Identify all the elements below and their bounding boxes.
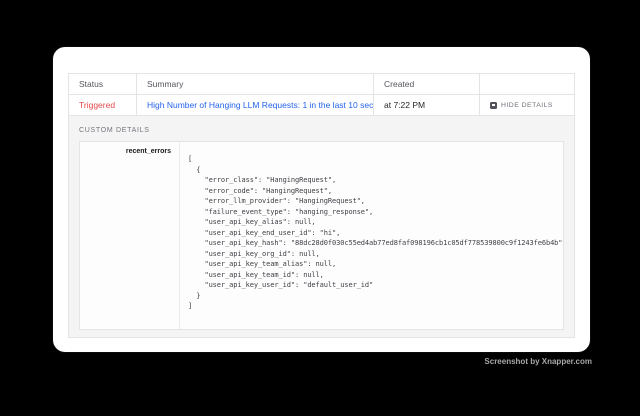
- minus-square-icon: [490, 102, 497, 109]
- alert-summary-link[interactable]: High Number of Hanging LLM Requests: 1 i…: [147, 100, 373, 110]
- xnapper-watermark: Screenshot by Xnapper.com: [484, 357, 592, 366]
- created-timestamp: at 7:22 PM: [384, 100, 425, 110]
- details-field-key: recent_errors: [80, 142, 180, 329]
- summary-cell: High Number of Hanging LLM Requests: 1 i…: [136, 95, 373, 115]
- details-code-box: recent_errors [ { "error_class": "Hangin…: [79, 141, 564, 330]
- column-header-summary: Summary: [136, 74, 373, 94]
- hide-details-button[interactable]: HIDE DETAILS: [490, 102, 553, 109]
- status-badge: Triggered: [79, 100, 115, 110]
- created-cell: at 7:22 PM: [373, 95, 479, 115]
- column-header-created: Created: [373, 74, 479, 94]
- table-header-row: Status Summary Created: [69, 74, 574, 95]
- actions-cell: HIDE DETAILS: [479, 95, 574, 115]
- column-header-actions: [479, 74, 574, 94]
- details-field-value-container: [ { "error_class": "HangingRequest", "er…: [180, 142, 563, 329]
- alert-card: Status Summary Created Triggered High Nu…: [53, 47, 590, 352]
- column-header-status: Status: [69, 74, 136, 94]
- hide-details-label: HIDE DETAILS: [501, 102, 553, 109]
- alerts-table: Status Summary Created Triggered High Nu…: [68, 73, 575, 338]
- table-row: Triggered High Number of Hanging LLM Req…: [69, 95, 574, 116]
- recent-errors-json: [ { "error_class": "HangingRequest", "er…: [188, 154, 555, 312]
- screenshot-stage: Status Summary Created Triggered High Nu…: [0, 0, 640, 416]
- status-cell: Triggered: [69, 95, 136, 115]
- custom-details-section: CUSTOM DETAILS recent_errors [ { "error_…: [69, 116, 574, 337]
- custom-details-heading: CUSTOM DETAILS: [79, 127, 564, 134]
